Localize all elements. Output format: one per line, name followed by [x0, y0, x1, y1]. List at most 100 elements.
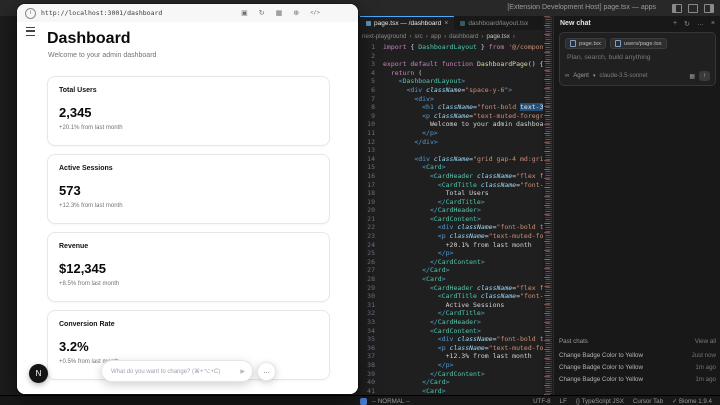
- toggle-secondary-sidebar-icon[interactable]: [704, 4, 714, 13]
- toggle-sidebar-icon[interactable]: [672, 4, 682, 13]
- more-icon[interactable]: …: [697, 20, 704, 28]
- code-area[interactable]: 1 import { DashboardLayout } from '@/comp…: [362, 43, 543, 395]
- sidebar-toggle-icon[interactable]: [26, 27, 35, 36]
- code-line: 16 <CardHeader className="flex flex-row …: [367, 171, 543, 180]
- code-line: 32 </CardTitle>: [367, 309, 485, 318]
- refresh-icon[interactable]: ↻: [259, 9, 265, 17]
- browser-window: i http://localhost:3001/dashboard ▣ ↻ ▦ …: [17, 4, 358, 394]
- file-icon: [570, 40, 576, 47]
- context-chip-page[interactable]: page.tsx: [565, 38, 606, 49]
- stat-card-revenue: Revenue $12,345 +8.5% from last month: [47, 232, 330, 302]
- chat-header: New chat + ↻ … ×: [554, 16, 720, 31]
- view-all-link[interactable]: View all: [695, 338, 716, 345]
- code-line: 18 Total Users: [367, 189, 489, 198]
- code-line: 9 <p className="text-muted-foreground">: [371, 111, 543, 120]
- model-select[interactable]: claude-3.5-sonnet: [599, 73, 647, 79]
- attach-image-icon[interactable]: ▦: [689, 73, 695, 80]
- cursor-tab-indicator[interactable]: Cursor Tab: [633, 398, 663, 405]
- url-bar[interactable]: http://localhost:3001/dashboard: [41, 9, 162, 17]
- editor-tabbar: page.tsx — /dashboard × dashboard/layout…: [360, 16, 553, 30]
- code-line: 28 <Card>: [367, 275, 446, 284]
- statusbar-right: UTF-8 LF {} TypeScript JSX Cursor Tab ✓ …: [533, 398, 712, 405]
- code-line: 11 </p>: [367, 128, 438, 137]
- past-chat-item[interactable]: Change Badge Color to Yellow 1m ago: [559, 361, 716, 373]
- browser-toolbar-icons: ▣ ↻ ▦ ⊕ </>: [241, 9, 320, 17]
- past-chat-item[interactable]: Change Badge Color to Yellow 1m ago: [559, 373, 716, 385]
- avatar[interactable]: N: [29, 364, 48, 383]
- chevron-down-icon: ▾: [592, 73, 596, 79]
- tab-dashboard-layout[interactable]: dashboard/layout.tsx: [454, 16, 535, 30]
- code-line: 23 <p className="text-muted-foreground t…: [367, 232, 543, 241]
- code-line: 36 <p className="text-muted-foreground t…: [367, 343, 543, 352]
- window-controls: [672, 4, 714, 13]
- context-chip-users-page[interactable]: users/page.tsx: [609, 38, 667, 49]
- code-line: 14 <div className="grid gap-4 md:grid-co…: [367, 154, 543, 163]
- eol-indicator[interactable]: LF: [560, 398, 567, 405]
- biome-indicator[interactable]: ✓ Biome 1.9.4: [672, 398, 712, 405]
- statusbar-left: -- NORMAL --: [360, 397, 410, 405]
- code-line: 13: [367, 146, 375, 155]
- page-title: Dashboard: [47, 30, 131, 47]
- chat-input-box[interactable]: page.tsx users/page.tsx Plan, search, bu…: [559, 32, 716, 86]
- past-chats-title: Past chats: [559, 338, 588, 345]
- copy-url-icon[interactable]: ▣: [241, 9, 248, 17]
- tab-label: page.tsx — /dashboard: [374, 19, 442, 27]
- breadcrumb-item[interactable]: src: [414, 33, 422, 40]
- breadcrumb-item[interactable]: app: [431, 33, 441, 40]
- chevron-right-icon: ›: [425, 33, 428, 40]
- code-line: 29 <CardHeader className="flex flex-row …: [367, 283, 543, 292]
- close-tab-icon[interactable]: ×: [444, 20, 448, 27]
- code-line: 25 </p>: [367, 249, 454, 258]
- agent-mode-select[interactable]: Agent: [573, 73, 589, 79]
- language-indicator[interactable]: {} TypeScript JSX: [576, 398, 624, 405]
- code-line: 26 </CardContent>: [367, 257, 485, 266]
- info-icon[interactable]: i: [25, 7, 36, 19]
- breadcrumb-item[interactable]: page.tsx: [486, 33, 509, 40]
- code-line: 15 <Card>: [367, 163, 446, 172]
- screen: [Extension Development Host] page.tsx — …: [0, 0, 720, 405]
- encoding-indicator[interactable]: UTF-8: [533, 398, 551, 405]
- past-chat-label: Change Badge Color to Yellow: [559, 351, 643, 359]
- chip-label: users/page.tsx: [623, 40, 662, 47]
- breadcrumb-item[interactable]: dashboard: [449, 33, 478, 40]
- new-chat-icon[interactable]: +: [673, 20, 677, 28]
- dashboard-page: Dashboard Welcome to your admin dashboar…: [17, 22, 358, 394]
- code-line: 6 <div className="space-y-6">: [371, 85, 513, 94]
- chat-controls: ∞ Agent ▾ claude-3.5-sonnet ▦ ↑: [565, 71, 710, 81]
- code-line: 3 export default function DashboardPage()…: [371, 60, 543, 69]
- code-line: 34 <CardContent>: [367, 326, 481, 335]
- send-icon[interactable]: ↑: [699, 71, 710, 81]
- card-delta: +8.5% from last month: [59, 281, 120, 287]
- file-icon: [614, 40, 621, 47]
- layout-icon[interactable]: ▦: [276, 9, 283, 17]
- code-line: 41 <Card>: [367, 386, 446, 395]
- code-line: 40 </Card>: [367, 378, 450, 387]
- history-icon[interactable]: ↻: [684, 20, 690, 28]
- stat-card-active-sessions: Active Sessions 573 +12.3% from last mon…: [47, 154, 330, 224]
- code-line: 22 <div className="font-bold text-2xl">2…: [367, 223, 543, 232]
- code-line: 24 +20.1% from last month: [367, 240, 532, 249]
- breadcrumb-item[interactable]: next-playground: [362, 33, 406, 40]
- chat-input-placeholder[interactable]: Plan, search, build anything: [567, 54, 651, 61]
- card-delta: +20.1% from last month: [59, 125, 123, 131]
- edit-prompt-input[interactable]: What do you want to change? (⌘+⌥+C) ▶: [101, 360, 253, 382]
- more-options-button[interactable]: …: [257, 362, 276, 381]
- close-panel-icon[interactable]: ×: [711, 20, 715, 28]
- vim-mode: -- NORMAL --: [372, 397, 410, 405]
- card-label: Revenue: [59, 243, 89, 250]
- tsx-file-icon: [366, 20, 371, 26]
- send-icon[interactable]: ▶: [240, 368, 245, 375]
- past-chat-item[interactable]: Change Badge Color to Yellow Just now: [559, 349, 716, 361]
- tsx-file-icon: [460, 20, 466, 26]
- minimap[interactable]: [543, 16, 553, 395]
- remote-indicator-icon[interactable]: [360, 397, 367, 405]
- tab-page-tsx[interactable]: page.tsx — /dashboard ×: [360, 16, 455, 30]
- devtools-icon[interactable]: </>: [310, 10, 320, 16]
- chevron-right-icon: ›: [444, 33, 447, 40]
- open-browser-icon[interactable]: ⊕: [293, 9, 299, 17]
- toggle-panel-icon[interactable]: [688, 4, 698, 13]
- code-line: 30 <CardTitle className="font-medium tex…: [367, 292, 543, 301]
- status-bar: -- NORMAL -- UTF-8 LF {} TypeScript JSX …: [0, 395, 720, 405]
- past-chat-label: Change Badge Color to Yellow: [559, 363, 643, 371]
- past-chat-time: 1m ago: [695, 375, 716, 383]
